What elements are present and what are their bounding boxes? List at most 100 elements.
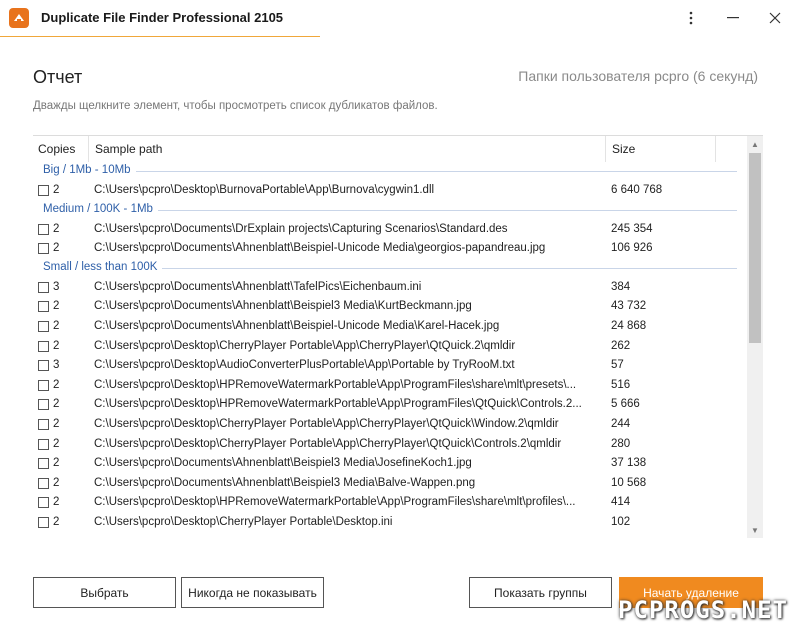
row-checkbox[interactable] (38, 438, 49, 450)
sample-path: C:\Users\pcpro\Documents\Ahnenblatt\Tafe… (94, 280, 422, 293)
row-checkbox[interactable] (38, 477, 49, 489)
table-row[interactable]: 2 C:\Users\pcpro\Desktop\BurnovaPortable\… (33, 181, 747, 201)
row-checkbox[interactable] (38, 379, 49, 391)
scroll-up-icon[interactable]: ▲ (747, 136, 763, 152)
row-checkbox[interactable] (38, 243, 49, 255)
minimize-icon[interactable] (712, 0, 754, 36)
column-header-path[interactable]: Sample path (88, 136, 605, 162)
row-checkbox[interactable] (38, 516, 49, 528)
file-size: 516 (611, 378, 631, 391)
copies-count: 3 (53, 280, 60, 293)
row-checkbox[interactable] (38, 418, 49, 430)
sample-path: C:\Users\pcpro\Documents\Ahnenblatt\Beis… (94, 319, 500, 332)
table-row[interactable]: 2 C:\Users\pcpro\Documents\Ahnenblatt\Bei… (33, 317, 747, 337)
group-label: Big / 1Mb - 10Mb (43, 164, 136, 176)
copies-count: 2 (53, 339, 60, 352)
file-size: 106 926 (611, 242, 653, 255)
sample-path: C:\Users\pcpro\Desktop\HPRemoveWatermark… (94, 496, 576, 509)
show-groups-button[interactable]: Показать группы (469, 577, 612, 608)
sample-path: C:\Users\pcpro\Desktop\CherryPlayer Port… (94, 417, 559, 430)
file-size: 24 868 (611, 319, 647, 332)
table-row[interactable]: 2 C:\Users\pcpro\Desktop\HPRemoveWatermar… (33, 376, 747, 396)
table-row[interactable]: 3 C:\Users\pcpro\Documents\Ahnenblatt\Taf… (33, 278, 747, 298)
group-header: Medium / 100K - 1Mb (33, 201, 747, 220)
row-checkbox[interactable] (38, 399, 49, 411)
table-row[interactable]: 2 C:\Users\pcpro\Documents\Ahnenblatt\Bei… (33, 239, 747, 259)
table-row[interactable]: 2 C:\Users\pcpro\Documents\Ahnenblatt\Bei… (33, 297, 747, 317)
group-header: Small / less than 100K (33, 259, 747, 278)
file-size: 57 (611, 359, 624, 372)
table-row[interactable]: 2 C:\Users\pcpro\Desktop\CherryPlayer Por… (33, 513, 747, 533)
sample-path: C:\Users\pcpro\Desktop\HPRemoveWatermark… (94, 378, 577, 391)
scroll-down-icon[interactable]: ▼ (747, 522, 763, 538)
row-checkbox[interactable] (38, 340, 49, 352)
copies-count: 2 (53, 437, 60, 450)
sample-path: C:\Users\pcpro\Desktop\BurnovaPortable\A… (94, 184, 435, 196)
file-size: 414 (611, 496, 631, 509)
sample-path: C:\Users\pcpro\Desktop\CherryPlayer Port… (94, 437, 562, 450)
copies-count: 2 (53, 378, 60, 391)
sample-path: C:\Users\pcpro\Documents\Ahnenblatt\Beis… (94, 476, 476, 489)
title-accent-line (0, 36, 320, 37)
table-row[interactable]: 2 C:\Users\pcpro\Desktop\CherryPlayer Por… (33, 415, 747, 435)
table-row[interactable]: 2 C:\Users\pcpro\Desktop\HPRemoveWatermar… (33, 395, 747, 415)
table-row[interactable]: 3 C:\Users\pcpro\Desktop\AudioConverterPl… (33, 356, 747, 376)
row-checkbox[interactable] (38, 185, 49, 196)
copies-count: 2 (53, 184, 60, 196)
file-size: 37 138 (611, 457, 647, 470)
more-icon[interactable] (670, 0, 712, 36)
table-row[interactable]: 2 C:\Users\pcpro\Desktop\CherryPlayer Por… (33, 337, 747, 357)
copies-count: 2 (53, 319, 60, 332)
row-checkbox[interactable] (38, 320, 49, 332)
file-size: 5 666 (611, 398, 640, 411)
table-row[interactable]: 2 C:\Users\pcpro\Desktop\CherryPlayer Por… (33, 435, 747, 455)
row-checkbox[interactable] (38, 360, 49, 372)
table-row[interactable]: 2 C:\Users\pcpro\Documents\DrExplain proj… (33, 220, 747, 240)
column-header-copies[interactable]: Copies (38, 136, 88, 162)
copies-count: 2 (53, 457, 60, 470)
row-checkbox[interactable] (38, 281, 49, 293)
row-checkbox[interactable] (38, 497, 49, 509)
hint-text: Дважды щелкните элемент, чтобы просмотре… (33, 100, 438, 112)
file-size: 10 568 (611, 476, 647, 489)
copies-count: 2 (53, 496, 60, 509)
group-header: Big / 1Mb - 10Mb (33, 162, 747, 181)
window-title: Duplicate File Finder Professional 2105 (41, 10, 284, 25)
copies-count: 2 (53, 300, 60, 313)
table-body: Big / 1Mb - 10Mb 2 C:\Users\pcpro\Desktop\… (33, 162, 747, 533)
scan-summary: Папки пользователя pcpro (6 секунд) (518, 68, 758, 84)
file-size: 43 732 (611, 300, 647, 313)
copies-count: 3 (53, 359, 60, 372)
group-divider (43, 171, 737, 172)
table-row[interactable]: 2 C:\Users\pcpro\Documents\Ahnenblatt\Bei… (33, 474, 747, 494)
copies-count: 2 (53, 476, 60, 489)
group-label: Small / less than 100K (43, 260, 163, 273)
sample-path: C:\Users\pcpro\Desktop\CherryPlayer Port… (94, 339, 516, 352)
app-icon (9, 8, 29, 28)
group-label: Medium / 100K - 1Mb (43, 202, 158, 215)
sample-path: C:\Users\pcpro\Documents\DrExplain proje… (94, 222, 508, 235)
copies-count: 2 (53, 242, 60, 255)
column-header-size[interactable]: Size (605, 136, 716, 162)
file-size: 102 (611, 515, 631, 528)
vertical-scrollbar[interactable]: ▲ ▼ (747, 136, 763, 538)
table-header: Copies Sample path Size (33, 136, 747, 162)
watermark: PCPROGS.NET (618, 596, 788, 624)
select-button[interactable]: Выбрать (33, 577, 176, 608)
table-row[interactable]: 2 C:\Users\pcpro\Desktop\HPRemoveWatermar… (33, 493, 747, 513)
sample-path: C:\Users\pcpro\Documents\Ahnenblatt\Beis… (94, 242, 546, 255)
close-icon[interactable] (754, 0, 796, 36)
file-size: 245 354 (611, 222, 653, 235)
row-checkbox[interactable] (38, 458, 49, 470)
duplicates-table: Copies Sample path Size Big / 1Mb - 10Mb… (33, 135, 763, 538)
row-checkbox[interactable] (38, 301, 49, 313)
table-row[interactable]: 2 C:\Users\pcpro\Documents\Ahnenblatt\Bei… (33, 454, 747, 474)
row-checkbox[interactable] (38, 223, 49, 235)
file-size: 6 640 768 (611, 184, 663, 196)
copies-count: 2 (53, 515, 60, 528)
copies-count: 2 (53, 222, 60, 235)
file-size: 262 (611, 339, 631, 352)
scroll-thumb[interactable] (749, 153, 761, 343)
sample-path: C:\Users\pcpro\Documents\Ahnenblatt\Beis… (94, 300, 472, 313)
never-show-button[interactable]: Никогда не показывать (181, 577, 324, 608)
